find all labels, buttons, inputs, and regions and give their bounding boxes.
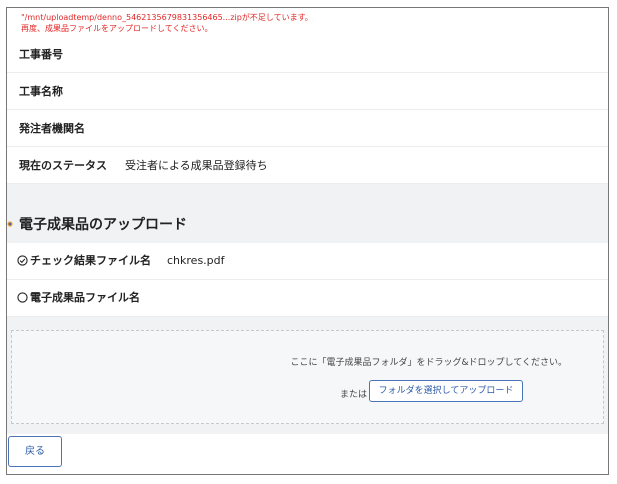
construction-name-label: 工事名称 [19, 85, 63, 98]
dropzone-or-text: または [340, 390, 368, 400]
info-row-orderer-agency: 発注者機関名 [7, 110, 608, 147]
select-folder-upload-button[interactable]: フォルダを選択してアップロード [369, 380, 523, 402]
check-result-file-row: チェック結果ファイル名 chkres.pdf [7, 243, 608, 280]
current-status-label: 現在のステータス [19, 159, 107, 172]
check-result-file-label-wrap: チェック結果ファイル名 [17, 254, 151, 268]
info-row-construction-number: 工事番号 [7, 36, 608, 73]
error-message-line2: 再度、成果品ファイルをアップロードしてください。 [21, 24, 213, 33]
main-panel: "/mnt/uploadtemp/denno_54621356798313564… [6, 7, 609, 475]
dropzone-instruction: ここに「電子成果品フォルダ」をドラッグ&ドロップしてください。 [290, 358, 567, 368]
empty-circle-icon [17, 292, 28, 303]
error-message-line1: "/mnt/uploadtemp/denno_54621356798313564… [21, 13, 313, 22]
product-file-row: 電子成果品ファイル名 [7, 280, 608, 317]
check-result-file-value: chkres.pdf [167, 254, 225, 267]
check-circle-icon [17, 255, 28, 266]
orderer-agency-label: 発注者機関名 [19, 122, 85, 135]
back-button[interactable]: 戻る [8, 436, 62, 467]
product-file-label: 電子成果品ファイル名 [30, 291, 140, 304]
current-status-value: 受注者による成果品登録待ち [125, 159, 268, 172]
info-row-current-status: 現在のステータス 受注者による成果品登録待ち [7, 147, 608, 184]
check-result-file-label: チェック結果ファイル名 [30, 254, 151, 267]
upload-section-title: 電子成果品のアップロード [19, 217, 187, 233]
section-bullet-icon [7, 221, 13, 227]
construction-number-label: 工事番号 [19, 48, 63, 61]
folder-dropzone[interactable]: ここに「電子成果品フォルダ」をドラッグ&ドロップしてください。 または フォルダ… [11, 330, 604, 424]
info-row-construction-name: 工事名称 [7, 73, 608, 110]
product-file-label-wrap: 電子成果品ファイル名 [17, 291, 140, 305]
dropzone-wrapper: ここに「電子成果品フォルダ」をドラッグ&ドロップしてください。 または フォルダ… [7, 320, 608, 434]
